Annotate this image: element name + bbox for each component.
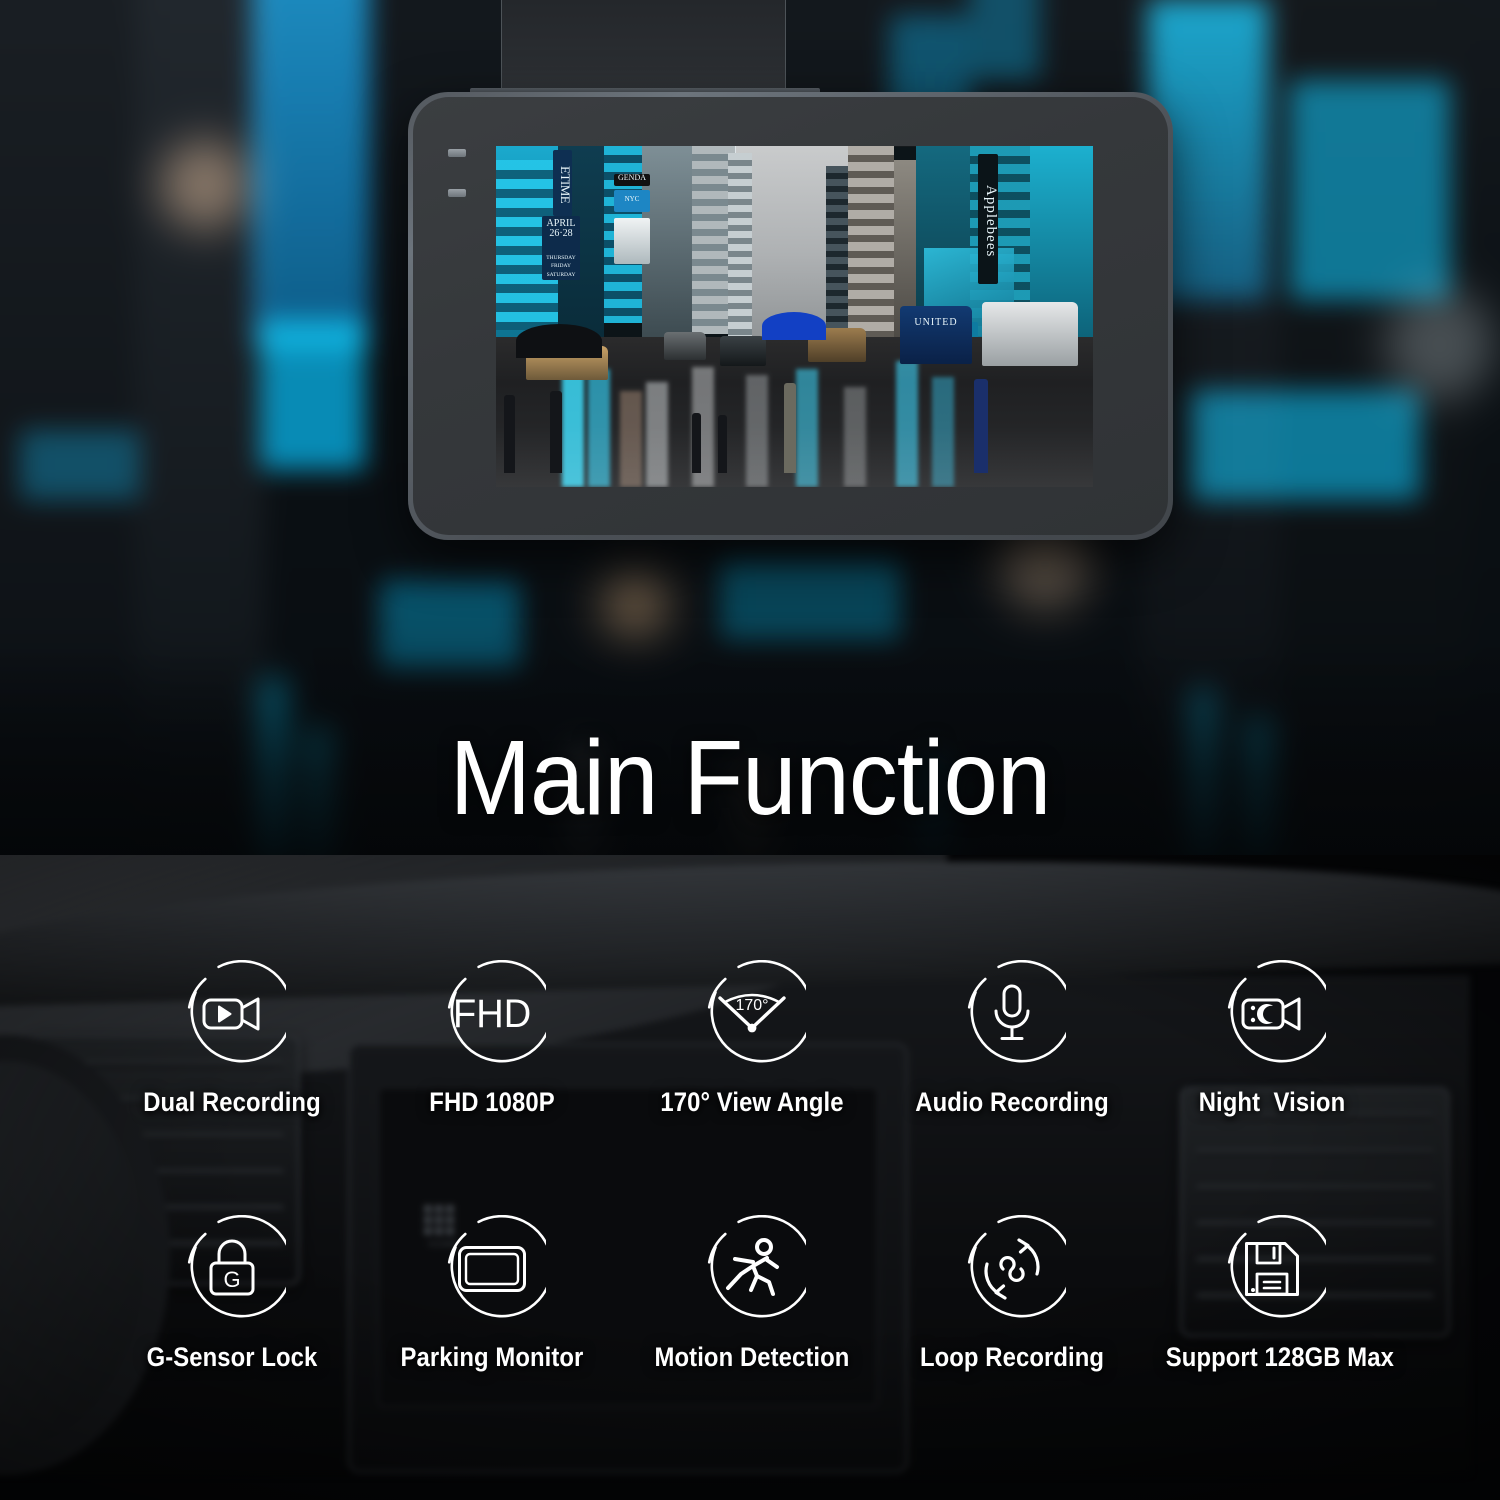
umbrella-blue bbox=[762, 312, 826, 340]
feature-view-angle[interactable]: 170° 170° View Angle bbox=[634, 960, 870, 1118]
sign-united: UNITED bbox=[914, 318, 958, 328]
feature-circle bbox=[698, 1215, 806, 1323]
feature-circle: 170° bbox=[698, 960, 806, 1068]
feature-label: Night Vision bbox=[1198, 1087, 1346, 1117]
feature-loop-recording[interactable]: Loop Recording bbox=[894, 1215, 1130, 1373]
microphone-icon bbox=[958, 960, 1066, 1068]
screen-frame-icon bbox=[438, 1215, 546, 1323]
dash-cam-screen: ETIME APRIL 26·28 THURSDAY FRIDAY SATURDAY … bbox=[496, 146, 1093, 487]
feature-audio-recording[interactable]: Audio Recording bbox=[894, 960, 1130, 1118]
feature-circle: G bbox=[178, 1215, 286, 1323]
feature-storage-support[interactable]: Support 128GB Max bbox=[1154, 1215, 1394, 1373]
feature-label: Dual Recording bbox=[143, 1087, 321, 1117]
padlock-g-icon: G bbox=[178, 1215, 286, 1323]
feature-circle bbox=[438, 1215, 546, 1323]
feature-label: G-Sensor Lock bbox=[146, 1342, 318, 1372]
feature-label: Parking Monitor bbox=[400, 1342, 584, 1372]
feature-night-vision[interactable]: Night Vision bbox=[1154, 960, 1390, 1118]
feature-label: 170° View Angle bbox=[660, 1087, 844, 1117]
feature-circle bbox=[958, 1215, 1066, 1323]
feature-label: Motion Detection bbox=[654, 1342, 850, 1372]
feature-dual-recording[interactable]: Dual Recording bbox=[114, 960, 350, 1118]
feature-circle: FHD bbox=[438, 960, 546, 1068]
page-title: Main Function bbox=[449, 719, 1051, 837]
feature-label: FHD 1080P bbox=[429, 1087, 555, 1117]
feature-label: Loop Recording bbox=[919, 1342, 1105, 1372]
marketing-image: ETIME APRIL 26·28 THURSDAY FRIDAY SATURDAY … bbox=[0, 0, 1500, 1500]
sign-genda: GENDA bbox=[614, 174, 650, 186]
sign-etime: ETIME bbox=[553, 150, 572, 216]
feature-fhd-1080p[interactable]: FHD FHD 1080P bbox=[374, 960, 610, 1118]
feature-label: Support 128GB Max bbox=[1165, 1342, 1394, 1372]
view-angle-icon: 170° bbox=[698, 960, 806, 1068]
sign-days: THURSDAY FRIDAY SATURDAY bbox=[542, 254, 580, 280]
sign-block: NYC bbox=[614, 190, 650, 212]
feature-g-sensor-lock[interactable]: G G-Sensor Lock bbox=[114, 1215, 350, 1373]
camcorder-play-icon bbox=[178, 960, 286, 1068]
floppy-disk-icon bbox=[1218, 1215, 1326, 1323]
feature-parking-monitor[interactable]: Parking Monitor bbox=[374, 1215, 610, 1373]
sign-applebees: Applebees bbox=[978, 154, 998, 284]
feature-circle bbox=[1218, 1215, 1326, 1323]
device-button-2[interactable] bbox=[448, 189, 466, 197]
white-van bbox=[982, 302, 1078, 366]
feature-circle bbox=[958, 960, 1066, 1068]
device-button-1[interactable] bbox=[448, 149, 466, 157]
infinity-loop-icon bbox=[958, 1215, 1066, 1323]
feature-label: Audio Recording bbox=[915, 1087, 1109, 1117]
feature-circle bbox=[178, 960, 286, 1068]
fhd-text-icon: FHD bbox=[438, 960, 546, 1068]
united-truck bbox=[900, 306, 972, 364]
fhd-badge: FHD bbox=[452, 991, 532, 1036]
feature-circle bbox=[1218, 960, 1326, 1068]
windshield-mount bbox=[501, 0, 786, 95]
feature-motion-detection[interactable]: Motion Detection bbox=[634, 1215, 870, 1373]
car-dashboard-background: HOME bbox=[0, 855, 1500, 1500]
svg-text:170°: 170° bbox=[735, 997, 768, 1014]
dashboard-vignette bbox=[0, 855, 1500, 1500]
svg-text:G: G bbox=[223, 1267, 240, 1292]
dash-cam-device: ETIME APRIL 26·28 THURSDAY FRIDAY SATURDAY … bbox=[408, 92, 1173, 540]
dash-cam-body: ETIME APRIL 26·28 THURSDAY FRIDAY SATURDAY … bbox=[413, 97, 1168, 535]
running-person-icon bbox=[698, 1215, 806, 1323]
umbrella-black bbox=[516, 324, 602, 358]
night-camcorder-icon bbox=[1218, 960, 1326, 1068]
